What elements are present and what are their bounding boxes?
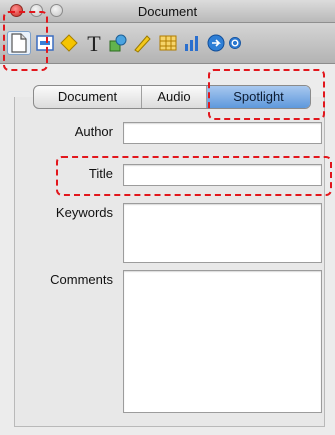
table-inspector-icon xyxy=(159,35,177,51)
highlight-document-button xyxy=(3,11,48,71)
window-title: Document xyxy=(137,4,198,19)
quicktime-inspector-button[interactable] xyxy=(228,31,242,55)
inspector-window: Document T Document Audio Spotlight Auth… xyxy=(0,0,335,435)
chart-inspector-button[interactable] xyxy=(180,31,204,55)
text-inspector-button[interactable]: T xyxy=(82,31,106,55)
comments-field[interactable] xyxy=(123,270,322,413)
highlight-spotlight-tab xyxy=(208,69,325,120)
graphic-inspector-button[interactable] xyxy=(57,31,81,55)
highlight-title-field xyxy=(56,156,332,196)
table-inspector-button[interactable] xyxy=(156,31,180,55)
text-inspector-icon: T xyxy=(87,32,101,54)
ruler-inspector-button[interactable] xyxy=(130,31,154,55)
svg-text:T: T xyxy=(87,32,101,54)
ruler-inspector-icon xyxy=(134,35,151,53)
quicktime-inspector-icon xyxy=(229,37,241,49)
keywords-label: Keywords xyxy=(55,205,113,220)
link-inspector-icon xyxy=(207,34,225,52)
author-field[interactable] xyxy=(123,122,322,144)
link-inspector-button[interactable] xyxy=(204,31,228,55)
shape-inspector-button[interactable] xyxy=(106,31,130,55)
shape-inspector-icon xyxy=(109,34,127,52)
tab-audio[interactable]: Audio xyxy=(142,86,207,108)
author-label: Author xyxy=(74,124,113,139)
inspector-toolbar: T xyxy=(0,23,335,64)
keywords-field[interactable] xyxy=(123,203,322,263)
tab-document[interactable]: Document xyxy=(34,86,142,108)
title-bar[interactable]: Document xyxy=(0,0,335,23)
comments-label: Comments xyxy=(50,272,113,287)
chart-inspector-icon xyxy=(185,36,198,51)
graphic-inspector-icon xyxy=(60,34,78,52)
